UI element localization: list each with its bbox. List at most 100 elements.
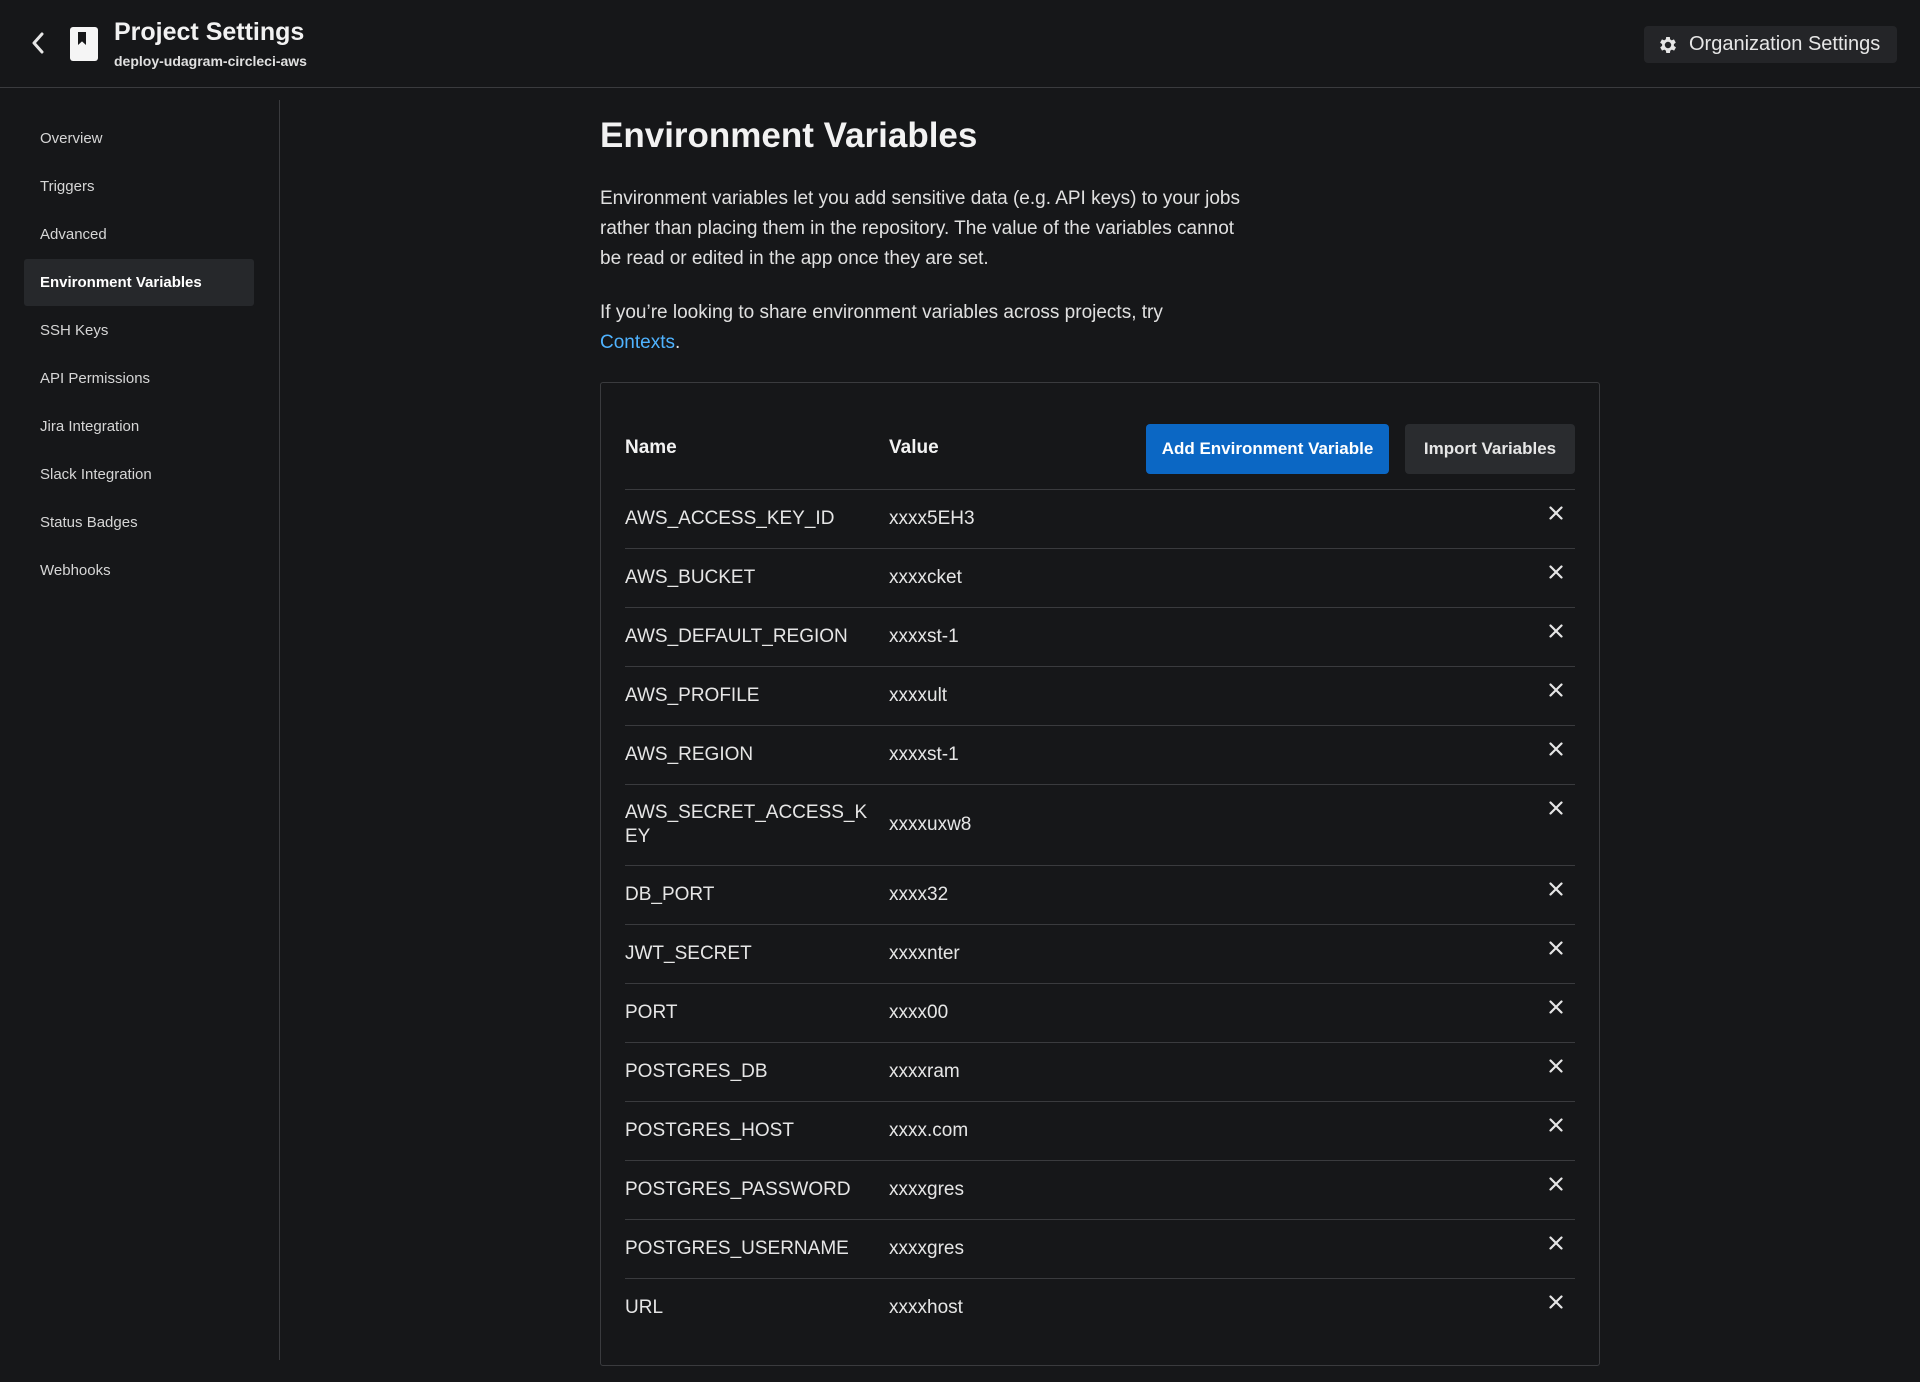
import-variables-button[interactable]: Import Variables	[1405, 424, 1575, 474]
back-button[interactable]	[22, 27, 54, 59]
env-var-name: URL	[625, 1297, 664, 1318]
table-row: AWS_PROFILE xxxxult	[625, 666, 1575, 725]
delete-variable-button[interactable]	[1545, 797, 1567, 819]
table-row: POSTGRES_DB xxxxram	[625, 1042, 1575, 1101]
project-name: deploy-udagram-circleci-aws	[114, 53, 307, 69]
close-icon	[1549, 941, 1563, 955]
delete-variable-button[interactable]	[1545, 738, 1567, 760]
env-var-name: AWS_PROFILE	[625, 685, 760, 706]
env-var-value: xxxxuxw8	[889, 814, 972, 835]
delete-variable-button[interactable]	[1545, 620, 1567, 642]
close-icon	[1549, 506, 1563, 520]
delete-variable-button[interactable]	[1545, 502, 1567, 524]
contexts-hint: If you’re looking to share environment v…	[600, 298, 1240, 358]
delete-variable-button[interactable]	[1545, 878, 1567, 900]
settings-sidebar: Overview Triggers Advanced Environment V…	[0, 100, 280, 1360]
table-row: AWS_REGION xxxxst-1	[625, 725, 1575, 784]
env-var-name: JWT_SECRET	[625, 943, 752, 964]
table-row: AWS_BUCKET xxxxcket	[625, 548, 1575, 607]
column-header-value: Value	[889, 437, 939, 458]
table-row: AWS_DEFAULT_REGION xxxxst-1	[625, 607, 1575, 666]
table-row: POSTGRES_PASSWORD xxxxgres	[625, 1160, 1575, 1219]
env-var-value: xxxxst-1	[889, 744, 959, 765]
env-var-value: xxxx00	[889, 1002, 949, 1023]
organization-settings-button[interactable]: Organization Settings	[1644, 26, 1897, 63]
delete-variable-button[interactable]	[1545, 1055, 1567, 1077]
contexts-link[interactable]: Contexts	[600, 332, 675, 353]
env-var-name: POSTGRES_PASSWORD	[625, 1179, 851, 1200]
close-icon	[1549, 801, 1563, 815]
env-var-value: xxxxnter	[889, 943, 960, 964]
table-row: DB_PORT xxxx32	[625, 865, 1575, 924]
page-header-title: Project Settings	[114, 18, 305, 46]
sidebar-item-advanced[interactable]: Advanced	[24, 211, 254, 258]
sidebar-item-jira-integration[interactable]: Jira Integration	[24, 403, 254, 450]
close-icon	[1549, 882, 1563, 896]
add-environment-variable-button[interactable]: Add Environment Variable	[1146, 424, 1389, 474]
chevron-left-icon	[32, 32, 44, 54]
close-icon	[1549, 1236, 1563, 1250]
close-icon	[1549, 1118, 1563, 1132]
bookmark-icon	[70, 27, 98, 61]
sidebar-item-slack-integration[interactable]: Slack Integration	[24, 451, 254, 498]
table-row: PORT xxxx00	[625, 983, 1575, 1042]
env-var-name: AWS_REGION	[625, 744, 754, 765]
sidebar-item-ssh-keys[interactable]: SSH Keys	[24, 307, 254, 354]
env-var-name: DB_PORT	[625, 884, 715, 905]
organization-settings-label: Organization Settings	[1689, 33, 1881, 55]
table-row: AWS_ACCESS_KEY_ID xxxx5EH3	[625, 489, 1575, 548]
close-icon	[1549, 565, 1563, 579]
sidebar-item-triggers[interactable]: Triggers	[24, 163, 254, 210]
top-header: Project Settings deploy-udagram-circleci…	[0, 0, 1920, 88]
sidebar-item-api-permissions[interactable]: API Permissions	[24, 355, 254, 402]
sidebar-item-overview[interactable]: Overview	[24, 115, 254, 162]
env-var-name: PORT	[625, 1002, 678, 1023]
env-var-value: xxxxcket	[889, 567, 962, 588]
env-var-value: xxxxhost	[889, 1297, 963, 1318]
delete-variable-button[interactable]	[1545, 1291, 1567, 1313]
env-vars-table: AWS_ACCESS_KEY_ID xxxx5EH3 AWS_BUCKET xxxxc…	[625, 489, 1575, 1337]
delete-variable-button[interactable]	[1545, 937, 1567, 959]
env-var-value: xxxx32	[889, 884, 949, 905]
env-var-value: xxxxram	[889, 1061, 960, 1082]
contexts-hint-text: If you’re looking to share environment v…	[600, 302, 1163, 323]
table-row: POSTGRES_USERNAME xxxxgres	[625, 1219, 1575, 1278]
delete-variable-button[interactable]	[1545, 1173, 1567, 1195]
close-icon	[1549, 742, 1563, 756]
env-var-value: xxxx5EH3	[889, 508, 975, 529]
close-icon	[1549, 1000, 1563, 1014]
contexts-hint-suffix: .	[674, 332, 681, 353]
gear-icon	[1660, 36, 1676, 53]
sidebar-item-status-badges[interactable]: Status Badges	[24, 499, 254, 546]
delete-variable-button[interactable]	[1545, 679, 1567, 701]
delete-variable-button[interactable]	[1545, 1114, 1567, 1136]
env-var-value: xxxx.com	[889, 1120, 969, 1141]
env-var-name: POSTGRES_USERNAME	[625, 1238, 849, 1259]
table-row: JWT_SECRET xxxxnter	[625, 924, 1575, 983]
close-icon	[1549, 624, 1563, 638]
env-var-value: xxxxult	[889, 685, 948, 706]
env-var-name: POSTGRES_DB	[625, 1061, 768, 1082]
close-icon	[1549, 1177, 1563, 1191]
delete-variable-button[interactable]	[1545, 1232, 1567, 1254]
delete-variable-button[interactable]	[1545, 996, 1567, 1018]
env-vars-panel: Name Value Add Environment Variable Impo…	[600, 382, 1600, 1366]
page-description: Environment variables let you add sensit…	[600, 188, 1240, 269]
table-row: AWS_SECRET_ACCESS_KEY xxxxuxw8	[625, 784, 1575, 865]
env-var-value: xxxxgres	[889, 1238, 964, 1259]
table-row: POSTGRES_HOST xxxx.com	[625, 1101, 1575, 1160]
close-icon	[1549, 1295, 1563, 1309]
env-var-value: xxxxst-1	[889, 626, 959, 647]
sidebar-item-environment-variables[interactable]: Environment Variables	[24, 259, 254, 306]
env-var-name: AWS_ACCESS_KEY_ID	[625, 508, 835, 529]
column-header-name: Name	[625, 437, 677, 458]
close-icon	[1549, 1059, 1563, 1073]
env-var-name: POSTGRES_HOST	[625, 1120, 794, 1141]
env-var-name: AWS_BUCKET	[625, 567, 756, 588]
env-var-name: AWS_DEFAULT_REGION	[625, 626, 848, 647]
env-var-value: xxxxgres	[889, 1179, 964, 1200]
table-row: URL xxxxhost	[625, 1278, 1575, 1337]
env-var-name: AWS_SECRET_ACCESS_KEY	[625, 802, 868, 847]
delete-variable-button[interactable]	[1545, 561, 1567, 583]
sidebar-item-webhooks[interactable]: Webhooks	[24, 547, 254, 594]
